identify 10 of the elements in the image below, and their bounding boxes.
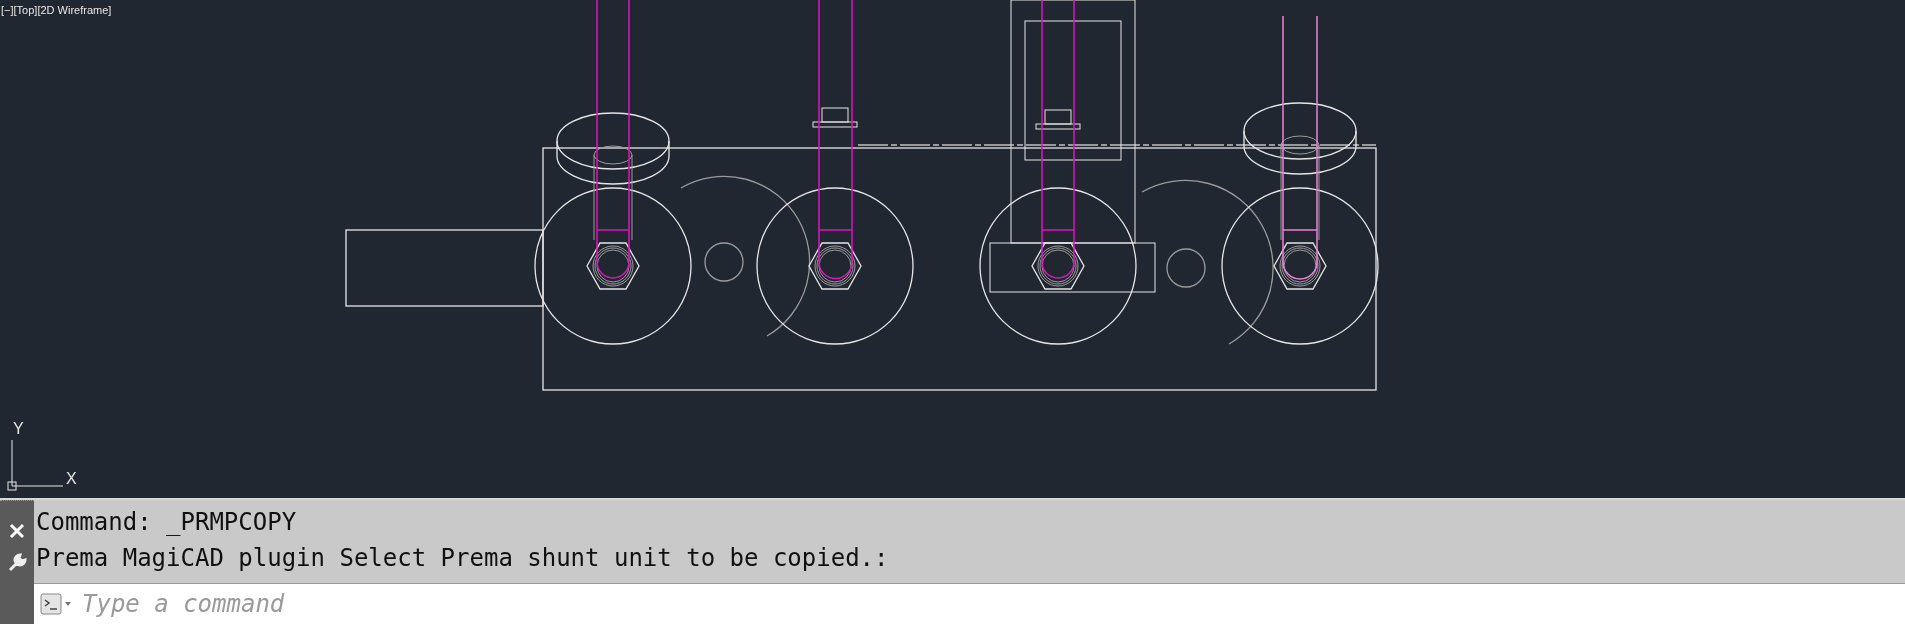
ucs-icon [7, 439, 64, 491]
command-history-line: Prema MagiCAD plugin Select Prema shunt unit to be copied.: [36, 543, 890, 574]
command-input[interactable]: Type a command [80, 583, 1905, 624]
wrench-icon[interactable] [7, 553, 27, 573]
command-prompt-icon[interactable] [34, 583, 80, 624]
close-icon[interactable] [7, 521, 27, 541]
axis-label: Y [13, 420, 24, 437]
viewport-label[interactable]: [−][Top][2D Wireframe] [1, 4, 112, 16]
axis-label: X [66, 470, 77, 487]
command-history-line: Command: _PRMPCOPY [36, 507, 298, 538]
